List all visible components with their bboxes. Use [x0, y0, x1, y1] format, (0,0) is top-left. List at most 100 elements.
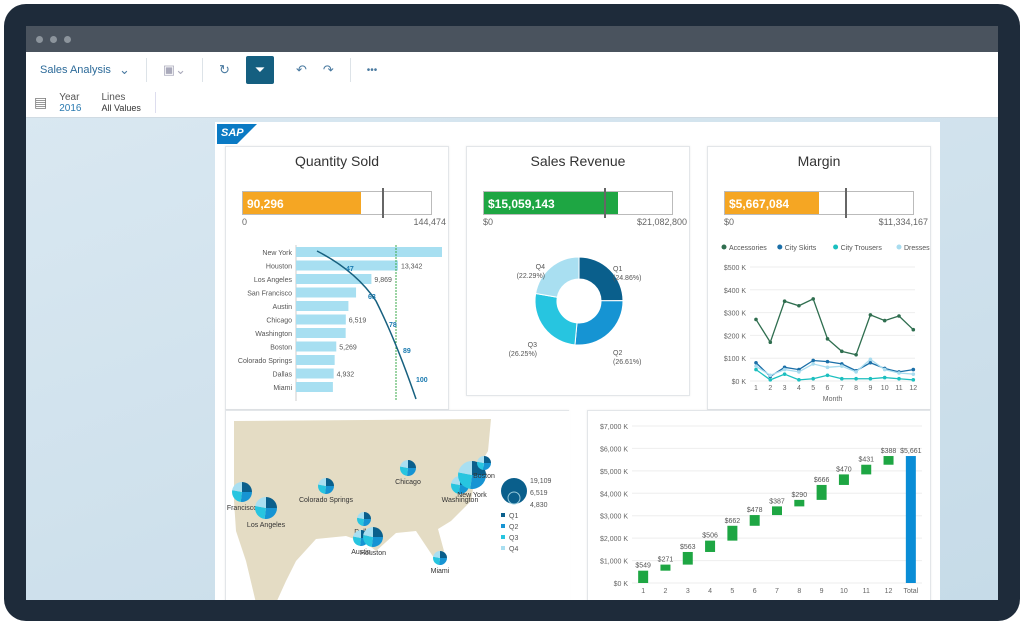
data-label: $478: [747, 507, 763, 514]
bullet-min: $0: [724, 217, 735, 227]
legend-marker: [777, 244, 783, 250]
data-point: [754, 360, 758, 365]
data-point: [811, 297, 815, 301]
redo-icon[interactable]: ↷: [323, 62, 334, 78]
legend-marker: [501, 535, 505, 539]
series-line: [755, 359, 914, 378]
bullet-min: $0: [483, 217, 494, 227]
x-tick: 4: [708, 588, 712, 595]
x-tick: 8: [797, 588, 801, 595]
waterfall-bar: [682, 551, 693, 565]
story-title[interactable]: Sales Analysis: [40, 64, 111, 76]
card-title: Margin: [797, 153, 841, 169]
refresh-icon[interactable]: ↻: [219, 62, 230, 78]
pareto-label: 100: [416, 377, 428, 384]
bar: [296, 328, 346, 338]
data-label: $271: [658, 557, 674, 564]
x-tick: 3: [686, 588, 690, 595]
slice-label: Q2: [613, 350, 622, 357]
waterfall-bar: [727, 525, 738, 541]
calendar-icon[interactable]: ▤: [34, 94, 47, 111]
size-legend-bubble: [501, 478, 527, 504]
filter-icon[interactable]: ⏷: [245, 56, 274, 84]
bullet-max: 144,474: [413, 217, 446, 227]
x-tick: 12: [885, 588, 893, 595]
city-label: New York: [457, 492, 487, 499]
toolbar: Sales Analysis ⌄ ▣⌄ ↻ ⏷ ↶ ↷ •••: [26, 52, 998, 88]
data-point: [782, 372, 787, 376]
waterfall-bar: [772, 506, 782, 516]
data-point: [897, 314, 901, 318]
pareto-label: 47: [346, 266, 354, 273]
city-label: Chicago: [395, 479, 421, 486]
map-card: Francisco Los Angeles Colorado Springs Chic…: [225, 410, 570, 600]
waterfall-bar: [660, 564, 671, 571]
app-window: Sales Analysis ⌄ ▣⌄ ↻ ⏷ ↶ ↷ ••• ▤ Year 20…: [26, 26, 998, 600]
data-point: [882, 318, 887, 323]
more-icon[interactable]: •••: [367, 65, 378, 76]
data-label: $470: [836, 466, 852, 473]
chevron-down-icon[interactable]: ⌄: [119, 62, 130, 78]
slice-label: Q4: [536, 264, 545, 271]
save-icon[interactable]: ▣⌄: [163, 62, 186, 78]
card-title: Sales Revenue: [530, 153, 626, 169]
category-label: Chicago: [266, 318, 292, 325]
bar: [296, 314, 346, 325]
bar: [296, 355, 335, 365]
sap-logo: SAP: [217, 124, 257, 144]
x-tick: Total: [903, 588, 918, 595]
y-tick: $300 K: [724, 311, 747, 318]
data-point: [768, 373, 773, 378]
legend-item: Q3: [509, 535, 518, 542]
window-dot[interactable]: [36, 36, 43, 43]
city-label: Miami: [431, 568, 450, 575]
category-label: Miami: [273, 385, 292, 392]
waterfall-bar: [905, 456, 916, 583]
category-label: Los Angeles: [254, 277, 293, 284]
data-label: 6,519: [349, 318, 367, 325]
slice-pct: (26.25%): [509, 351, 537, 358]
waterfall-bar: [638, 570, 649, 583]
data-point: [868, 357, 873, 362]
data-point: [854, 370, 858, 374]
data-label: $431: [858, 457, 874, 464]
x-tick: 2: [768, 385, 772, 392]
legend-marker: [833, 244, 839, 250]
target-marker: [382, 188, 385, 218]
data-point: [854, 376, 858, 381]
pareto-label: 89: [403, 348, 411, 355]
data-point: [840, 349, 844, 354]
category-label: Boston: [270, 345, 292, 352]
bullet-fill: 90,296: [243, 192, 361, 214]
data-label: $563: [680, 544, 696, 551]
donut-slice: [574, 300, 624, 346]
data-point: [840, 376, 844, 381]
y-tick: $0 K: [614, 581, 629, 588]
category-label: San Francisco: [247, 291, 292, 298]
y-tick: $1,000 K: [600, 559, 628, 566]
data-point: [768, 340, 773, 345]
data-point: [797, 370, 801, 374]
x-tick: 2: [664, 588, 668, 595]
waterfall-bar: [794, 499, 805, 507]
category-label: Washington: [255, 331, 292, 338]
undo-icon[interactable]: ↶: [296, 62, 307, 78]
x-tick: 6: [753, 588, 757, 595]
slice-pct: (24.86%): [613, 275, 641, 282]
data-label: $5,661: [900, 448, 922, 455]
x-tick: 5: [730, 588, 734, 595]
data-point: [768, 378, 773, 382]
data-point: [825, 337, 830, 341]
window-dot[interactable]: [50, 36, 57, 43]
data-point: [825, 365, 830, 370]
filter-year[interactable]: Year 2016: [59, 92, 81, 114]
x-tick: 9: [820, 588, 824, 595]
window-dot[interactable]: [64, 36, 71, 43]
filter-lines[interactable]: Lines All Values: [101, 92, 156, 113]
pareto-label: 63: [368, 294, 376, 301]
filter-value: 2016: [59, 102, 82, 114]
data-point: [811, 376, 815, 381]
category-label: Colorado Springs: [238, 358, 293, 365]
bullet-fill: $15,059,143: [484, 192, 619, 214]
title-bar: [26, 26, 998, 52]
